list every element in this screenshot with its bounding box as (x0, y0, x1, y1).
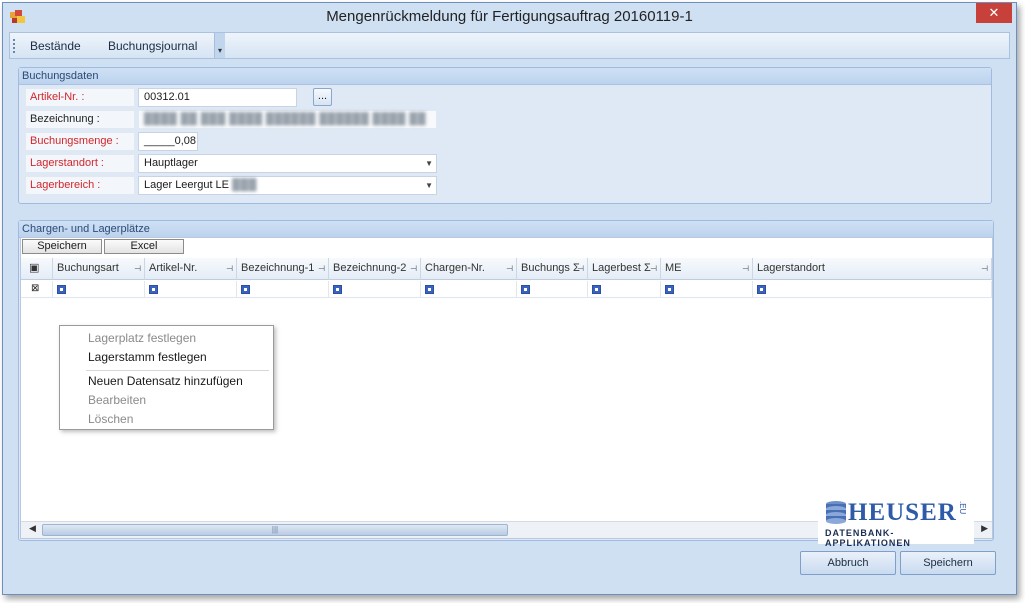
filter-icon[interactable] (592, 285, 601, 294)
filter-icon[interactable] (57, 285, 66, 294)
pin-icon[interactable]: ⊣ (134, 258, 141, 279)
heuser-logo: HEUSER .EU DATENBANK-APPLIKATIONEN (818, 497, 974, 548)
logo-tagline: DATENBANK-APPLIKATIONEN (825, 528, 911, 548)
title-bar: Mengenrückmeldung für Fertigungsauftrag … (3, 3, 1016, 31)
column-header-me[interactable]: ME ⊣ (661, 258, 753, 280)
column-header-lagerbest-sum[interactable]: Lagerbest Σ ⊣ (588, 258, 661, 280)
column-label: Lagerbest Σ (592, 262, 651, 274)
window-title: Mengenrückmeldung für Fertigungsauftrag … (326, 8, 693, 25)
menu-grip-icon[interactable] (13, 39, 16, 53)
pin-icon[interactable]: ⊣ (650, 258, 657, 279)
column-label: Bezeichnung-2 (333, 262, 407, 274)
column-chooser-icon[interactable]: ▣ (21, 258, 53, 280)
column-header-bezeichnung-1[interactable]: Bezeichnung-1 ⊣ (237, 258, 329, 280)
cancel-button[interactable]: Abbruch (800, 551, 896, 575)
scroll-left-icon[interactable]: ◀ (29, 523, 36, 534)
buchungsmenge-label: Buchungsmenge : (25, 132, 135, 151)
artikel-input[interactable]: 00312.01 (138, 88, 297, 107)
lagerbereich-value-blur: ███ (232, 179, 257, 191)
lagerstandort-select[interactable]: Hauptlager ▼ (138, 154, 437, 173)
filter-cell[interactable] (588, 281, 661, 298)
scrollbar-thumb[interactable]: ||| (42, 524, 508, 536)
menu-item-bestaende[interactable]: Bestände (30, 39, 81, 53)
pin-icon[interactable]: ⊣ (226, 258, 233, 279)
database-logo-icon (826, 501, 846, 524)
lagerstandort-label: Lagerstandort : (25, 154, 135, 173)
bezeichnung-value: ████ ██ ███ ████ ██████ ██████ ████ ██ (144, 113, 426, 125)
column-label: Lagerstandort (757, 262, 825, 274)
column-label: Bezeichnung-1 (241, 262, 315, 274)
filter-cell[interactable] (237, 281, 329, 298)
filter-icon[interactable] (757, 285, 766, 294)
menu-item-lagerplatz-festlegen: Lagerplatz festlegen (88, 331, 197, 345)
bezeichnung-field: ████ ██ ███ ████ ██████ ██████ ████ ██ (138, 110, 437, 129)
menu-overflow-icon[interactable]: ▾ (214, 33, 225, 58)
filter-icon[interactable] (149, 285, 158, 294)
excel-button[interactable]: Excel (104, 239, 184, 254)
column-header-buchungs-sum[interactable]: Buchungs Σ ⊣ (517, 258, 588, 280)
pin-icon[interactable]: ⊣ (410, 258, 417, 279)
filter-icon[interactable] (521, 285, 530, 294)
lagerstandort-value: Hauptlager (144, 157, 198, 169)
pin-icon[interactable]: ⊣ (318, 258, 325, 279)
menu-separator (86, 370, 269, 371)
filter-icon[interactable] (665, 285, 674, 294)
dropdown-arrow-icon[interactable]: ▼ (425, 155, 433, 172)
bezeichnung-label: Bezeichnung : (25, 110, 135, 129)
buchungsdaten-header: Buchungsdaten (19, 68, 991, 85)
filter-cell[interactable] (53, 281, 145, 298)
artikel-browse-button[interactable]: ... (313, 88, 332, 106)
filter-cell[interactable] (145, 281, 237, 298)
column-header-lagerstandort[interactable]: Lagerstandort ⊣ (753, 258, 992, 280)
save-button[interactable]: Speichern (900, 551, 996, 575)
column-header-chargen[interactable]: Chargen-Nr. ⊣ (421, 258, 517, 280)
context-menu: Lagerplatz festlegen Lagerstamm festlege… (59, 325, 274, 430)
scroll-right-icon[interactable]: ▶ (981, 523, 988, 534)
grid-save-button[interactable]: Speichern (22, 239, 102, 254)
filter-cell[interactable] (421, 281, 517, 298)
menu-item-neuen-datensatz[interactable]: Neuen Datensatz hinzufügen (88, 374, 243, 388)
column-header-artikel[interactable]: Artikel-Nr. ⊣ (145, 258, 237, 280)
pin-icon[interactable]: ⊣ (506, 258, 513, 279)
column-header-buchungsart[interactable]: Buchungsart ⊣ (53, 258, 145, 280)
lagerbereich-select[interactable]: Lager Leergut LE ███ ▼ (138, 176, 437, 195)
filter-cell[interactable] (753, 281, 992, 298)
logo-name: HEUSER (848, 499, 957, 526)
column-label: Buchungsart (57, 262, 119, 274)
column-label: ME (665, 262, 682, 274)
lagerbereich-value: Lager Leergut LE (144, 179, 230, 191)
column-label: Artikel-Nr. (149, 262, 198, 274)
menu-item-buchungsjournal[interactable]: Buchungsjournal (108, 39, 197, 53)
filter-icon[interactable] (333, 285, 342, 294)
column-label: Buchungs Σ (521, 262, 580, 274)
menu-bar: Bestände Buchungsjournal ▾ (9, 32, 1010, 59)
filter-cell[interactable] (517, 281, 588, 298)
chargen-header: Chargen- und Lagerplätze (19, 221, 993, 238)
pin-icon[interactable]: ⊣ (577, 258, 584, 279)
filter-cell[interactable] (661, 281, 753, 298)
filter-row-icon[interactable]: ⊠ (21, 281, 53, 298)
menu-item-loeschen: Löschen (88, 412, 134, 426)
filter-icon[interactable] (425, 285, 434, 294)
buchungsmenge-input[interactable]: _____0,08 (138, 132, 198, 151)
pin-icon[interactable]: ⊣ (742, 258, 749, 279)
dropdown-arrow-icon[interactable]: ▼ (425, 177, 433, 194)
filter-icon[interactable] (241, 285, 250, 294)
close-button[interactable]: ✕ (976, 3, 1012, 23)
column-label: Chargen-Nr. (425, 262, 485, 274)
menu-item-lagerstamm-festlegen[interactable]: Lagerstamm festlegen (88, 350, 207, 364)
pin-icon[interactable]: ⊣ (981, 258, 988, 279)
column-header-bezeichnung-2[interactable]: Bezeichnung-2 ⊣ (329, 258, 421, 280)
menu-item-bearbeiten: Bearbeiten (88, 393, 147, 407)
lagerbereich-label: Lagerbereich : (25, 176, 135, 195)
logo-tld: .EU (958, 501, 967, 515)
artikel-label: Artikel-Nr. : (25, 88, 135, 107)
filter-cell[interactable] (329, 281, 421, 298)
